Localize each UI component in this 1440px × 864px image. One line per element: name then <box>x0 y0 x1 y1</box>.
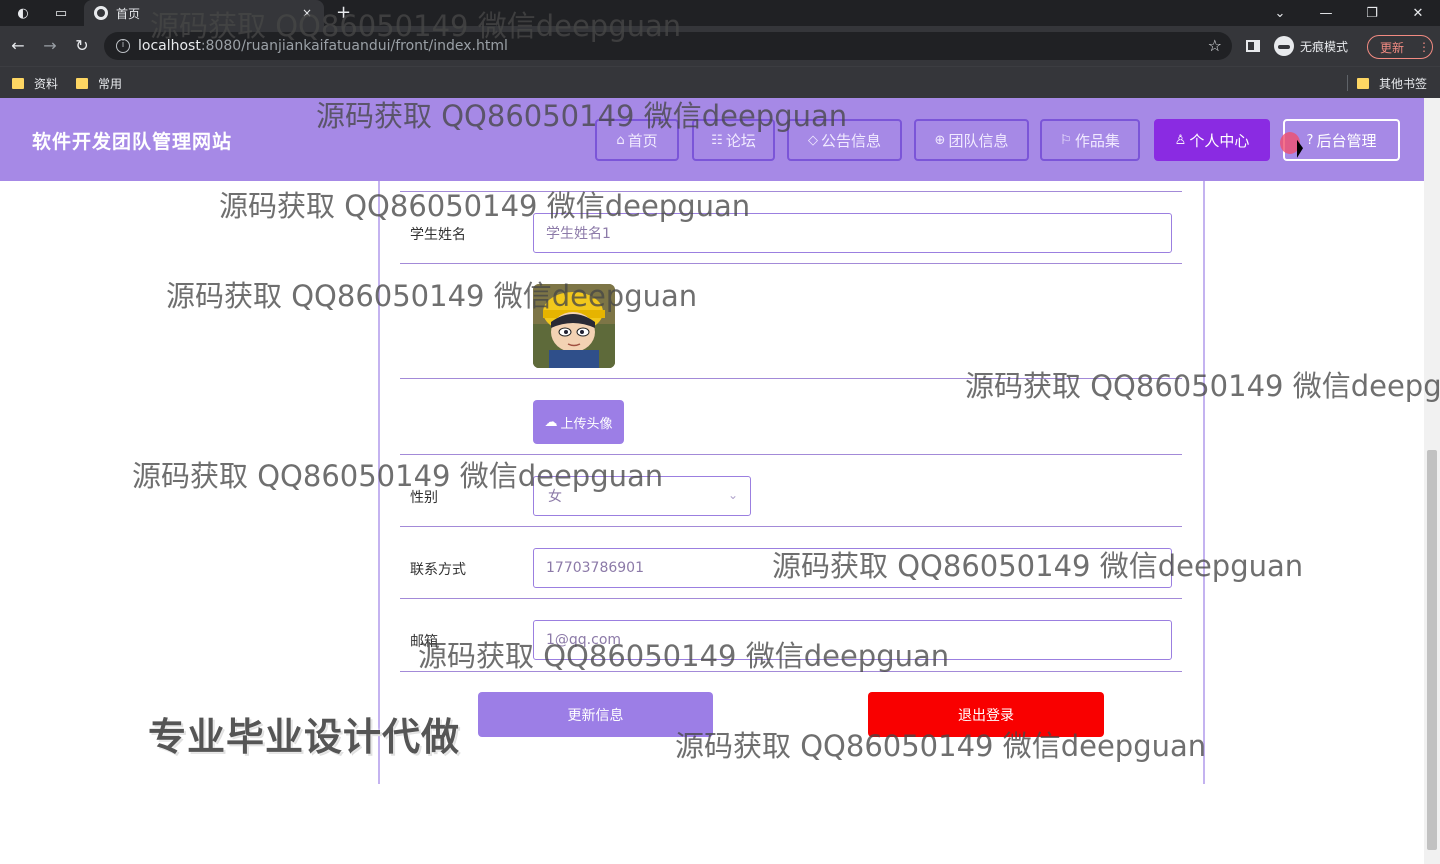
restore-icon[interactable]: ❐ <box>1352 0 1392 26</box>
other-bookmarks-label: 其他书签 <box>1379 77 1428 91</box>
new-tab-button[interactable]: + <box>336 2 351 23</box>
url-host: localhost <box>138 38 201 54</box>
side-panel-icon[interactable] <box>1246 40 1260 52</box>
back-icon[interactable]: ← <box>8 36 28 56</box>
incognito-label: 无痕模式 <box>1300 39 1349 54</box>
tag-icon: ◇ <box>807 132 818 148</box>
folder-icon <box>1357 78 1369 89</box>
bookmark-folder-ziliao[interactable]: 资料 <box>12 75 58 92</box>
email-label: 邮箱 <box>410 634 438 650</box>
nav-label: 公告信息 <box>820 131 881 150</box>
phone-label: 联系方式 <box>410 562 466 578</box>
nav-announcements[interactable]: ◇ 公告信息 <box>787 119 902 161</box>
bookmarks-bar: 资料 常用 其他书签 <box>0 66 1440 98</box>
bookmark-star-icon[interactable]: ☆ <box>1208 36 1222 55</box>
tab-close-icon[interactable]: × <box>298 6 316 20</box>
folder-icon <box>12 78 24 89</box>
nav-forum[interactable]: ☷ 论坛 <box>692 119 775 161</box>
gender-selected-value: 女 <box>548 489 562 505</box>
site-title: 软件开发团队管理网站 <box>32 131 233 153</box>
url-input[interactable]: i localhost :8080/ruanjiankaifatuandui/f… <box>104 32 1232 60</box>
upload-avatar-label: 上传头像 <box>560 416 613 432</box>
bookmarks-divider <box>1347 75 1348 91</box>
globe-icon: ⊕ <box>934 132 946 148</box>
row-divider <box>400 598 1182 599</box>
chevron-down-icon: ⌄ <box>727 488 738 502</box>
student-name-label: 学生姓名 <box>410 227 466 243</box>
folder-icon <box>76 78 88 89</box>
flag-icon: ⚐ <box>1060 132 1072 148</box>
avatar <box>533 284 615 368</box>
nav-personal-center[interactable]: ♙ 个人中心 <box>1154 119 1270 161</box>
logout-button[interactable]: 退出登录 <box>868 692 1104 737</box>
chrome-menu-icon[interactable]: ◐ <box>12 3 34 23</box>
page-scrollbar-thumb[interactable] <box>1427 450 1437 850</box>
nav-team-info[interactable]: ⊕ 团队信息 <box>914 119 1029 161</box>
row-divider <box>400 671 1182 672</box>
update-info-button[interactable]: 更新信息 <box>478 692 713 737</box>
upload-avatar-button[interactable]: ☁ 上传头像 <box>533 400 624 444</box>
update-label: 更新 <box>1380 40 1405 55</box>
tab-search-icon[interactable]: ▭ <box>50 3 72 23</box>
help-icon: ? <box>1306 132 1314 148</box>
site-info-icon[interactable]: i <box>116 39 130 53</box>
gender-label: 性别 <box>410 490 438 506</box>
nav-label: 作品集 <box>1074 131 1120 150</box>
nav-label: 论坛 <box>725 131 756 150</box>
browser-tab-bar: ◐ ▭ 首页 × + ⌄ — ❐ ✕ <box>0 0 1440 26</box>
address-bar-row: ← → ↻ i localhost :8080/ruanjiankaifatua… <box>0 26 1440 66</box>
mouse-cursor-icon <box>1297 139 1303 161</box>
window-close-icon[interactable]: ✕ <box>1398 0 1438 26</box>
avatar-image <box>533 284 615 368</box>
bookmark-label: 常用 <box>98 77 123 91</box>
site-header: 软件开发团队管理网站 ⌂ 首页 ☷ 论坛 ◇ 公告信息 ⊕ 团队信息 ⚐ 作品集… <box>0 98 1424 181</box>
other-bookmarks[interactable]: 其他书签 <box>1357 75 1427 92</box>
gender-select[interactable]: 女 ⌄ <box>533 476 751 516</box>
promo-watermark: 专业毕业设计代做 <box>148 715 461 759</box>
row-divider <box>400 263 1182 264</box>
row-divider <box>400 526 1182 527</box>
incognito-indicator[interactable]: 无痕模式 <box>1274 35 1348 57</box>
incognito-icon <box>1274 36 1294 56</box>
url-path: :8080/ruanjiankaifatuandui/front/index.h… <box>200 38 508 54</box>
row-divider <box>400 191 1182 192</box>
home-icon: ⌂ <box>616 132 625 148</box>
tab-list-chevron-icon[interactable]: ⌄ <box>1260 0 1300 26</box>
site-favicon-icon <box>94 6 108 20</box>
email-input[interactable]: 1@qq.com <box>533 620 1172 660</box>
tab-title: 首页 <box>116 6 141 21</box>
nav-label: 后台管理 <box>1316 131 1377 150</box>
bookmark-folder-changyong[interactable]: 常用 <box>76 75 122 92</box>
browser-tab[interactable]: 首页 × <box>84 0 324 26</box>
reload-icon[interactable]: ↻ <box>72 36 92 56</box>
cloud-upload-icon: ☁ <box>544 414 558 430</box>
nav-portfolio[interactable]: ⚐ 作品集 <box>1040 119 1140 161</box>
update-button[interactable]: 更新 ⋮ <box>1367 35 1433 59</box>
nav-label: 团队信息 <box>948 131 1009 150</box>
phone-input[interactable]: 17703786901 <box>533 548 1172 588</box>
nav-label: 个人中心 <box>1189 131 1250 150</box>
row-divider <box>400 378 1182 379</box>
minimize-icon[interactable]: — <box>1306 0 1346 26</box>
nav-home[interactable]: ⌂ 首页 <box>595 119 679 161</box>
forward-icon[interactable]: → <box>40 36 60 56</box>
row-divider <box>400 454 1182 455</box>
nav-label: 首页 <box>627 131 658 150</box>
student-name-input[interactable]: 学生姓名1 <box>533 213 1172 253</box>
user-icon: ♙ <box>1174 132 1187 148</box>
bookmark-label: 资料 <box>34 77 59 91</box>
forum-icon: ☷ <box>711 132 723 148</box>
more-menu-icon[interactable]: ⋮ <box>1418 40 1430 54</box>
